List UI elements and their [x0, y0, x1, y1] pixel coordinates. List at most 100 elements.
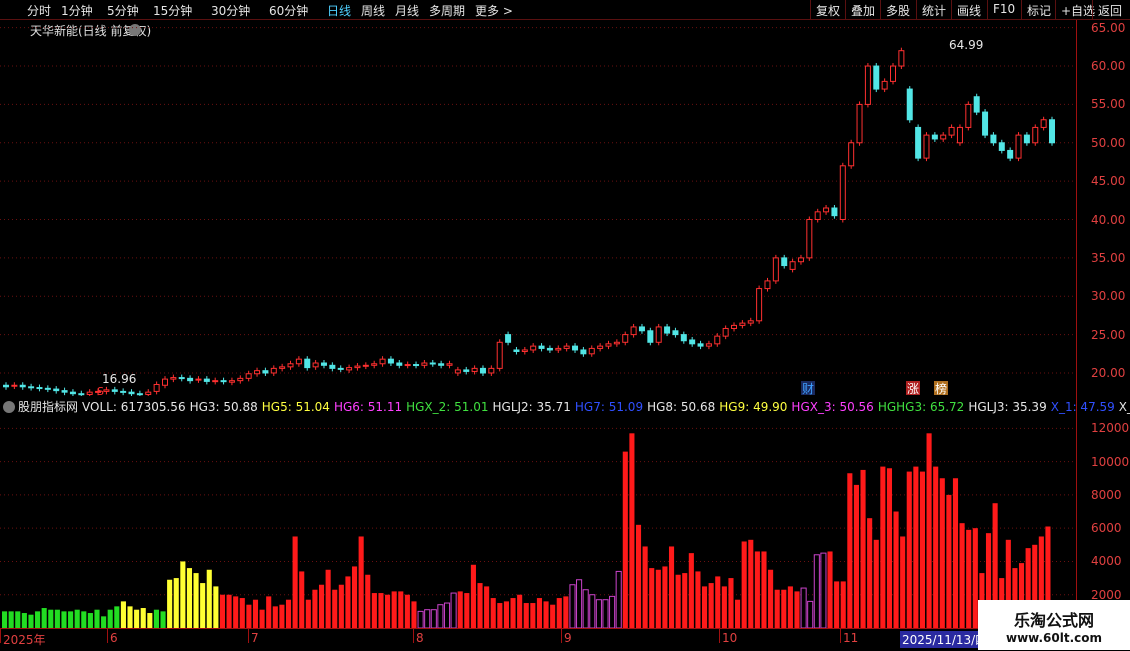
toolbar-divider: [845, 0, 846, 19]
volume-bar: [87, 613, 93, 628]
volume-bar: [477, 583, 483, 628]
toolbar-button[interactable]: +自选: [1061, 2, 1095, 19]
candle: [279, 366, 286, 369]
volume-bar: [715, 576, 721, 628]
volume-bar: [140, 608, 146, 628]
toolbar-button[interactable]: 画线: [957, 2, 981, 19]
toolbar-button[interactable]: 标记: [1027, 2, 1051, 19]
period-tab[interactable]: 15分钟: [153, 2, 192, 19]
volume-bar: [233, 596, 239, 628]
toolbar-button[interactable]: 多股: [886, 2, 910, 19]
volume-bar: [781, 589, 787, 628]
candle: [28, 386, 35, 389]
volume-bar: [398, 591, 404, 628]
period-tab[interactable]: 30分钟: [211, 2, 250, 19]
volume-bar: [54, 609, 60, 628]
candle: [705, 343, 712, 347]
volume-bar: [675, 574, 681, 628]
period-tab[interactable]: 日线: [327, 2, 351, 19]
event-marker: 榜: [935, 381, 947, 396]
volume-bar: [576, 579, 583, 628]
volume-bar: [134, 609, 140, 628]
price-tick: 20.00: [1091, 365, 1126, 380]
candle: [262, 370, 269, 374]
date-divider: [0, 629, 1, 643]
event-marker: 财: [802, 382, 814, 396]
candle: [613, 341, 620, 345]
volume-bar: [813, 554, 820, 628]
candle: [312, 362, 319, 368]
volume-bar: [127, 606, 133, 628]
candle: [948, 126, 955, 136]
volume-bar: [153, 609, 159, 628]
date-tick: 6: [110, 631, 118, 645]
volume-bar: [299, 571, 305, 628]
volume-bar: [285, 599, 292, 628]
volume-bar: [946, 494, 952, 628]
candle: [371, 363, 378, 366]
candle: [136, 393, 143, 396]
volume-tick: 12000: [1091, 421, 1130, 436]
period-tab[interactable]: 5分钟: [107, 2, 139, 19]
candle: [203, 378, 210, 382]
candle: [421, 362, 428, 366]
date-divider: [719, 629, 720, 643]
period-tab[interactable]: 周线: [361, 2, 385, 19]
volume-bar: [807, 600, 814, 628]
volume-bar: [774, 589, 780, 628]
volume-bar: [21, 613, 27, 628]
volume-bar: [834, 581, 840, 628]
candle: [521, 349, 528, 352]
volume-bar: [721, 586, 727, 628]
candle: [19, 384, 26, 388]
volume-bar: [873, 539, 879, 628]
volume-bar: [735, 599, 741, 628]
volume-bar: [8, 611, 14, 628]
date-tick: 11: [843, 631, 859, 645]
toolbar-button[interactable]: 叠加: [851, 2, 875, 19]
candle: [111, 389, 118, 392]
toolbar-divider: [916, 0, 917, 19]
volume-bar: [754, 551, 760, 628]
candle: [906, 88, 913, 121]
toolbar-button[interactable]: 统计: [922, 2, 946, 19]
period-tab[interactable]: 分时: [27, 2, 51, 19]
volume-bar: [602, 599, 609, 628]
volume-bar: [48, 609, 54, 628]
volume-bar: [68, 611, 74, 628]
volume-bar: [266, 596, 272, 628]
volume-bar: [358, 536, 364, 628]
volume-bar: [41, 608, 47, 628]
price-axis: 65.00 60.00 55.00 50.00 45.00 40.00 35.00 30.00…: [1076, 20, 1130, 628]
period-toolbar: 分时 1分钟 5分钟 15分钟 30分钟 60分钟 日线 周线 月线 多周期 更多 > 复权 叠加 多股统…: [0, 0, 1130, 20]
volume-bar: [569, 584, 576, 628]
candle: [120, 390, 127, 393]
period-tab[interactable]: 1分钟: [61, 2, 93, 19]
candle: [1032, 126, 1039, 144]
period-tab[interactable]: 更多 >: [475, 2, 513, 19]
volume-bar: [695, 571, 701, 628]
price-tick: 25.00: [1091, 327, 1126, 342]
candle: [940, 134, 947, 140]
period-tab[interactable]: 60分钟: [269, 2, 308, 19]
toolbar-button[interactable]: F10: [993, 2, 1015, 16]
candle: [1040, 119, 1047, 128]
volume-bar: [708, 583, 714, 628]
toolbar-button[interactable]: 返回: [1098, 2, 1122, 19]
candle: [982, 111, 989, 136]
watermark: 乐淘公式网 www.60lt.com: [978, 600, 1130, 650]
volume-bar: [595, 599, 602, 628]
candle: [513, 349, 520, 352]
toolbar-button[interactable]: 复权: [816, 2, 840, 19]
period-tab[interactable]: 月线: [395, 2, 419, 19]
candle: [973, 96, 980, 113]
period-tab[interactable]: 多周期: [429, 2, 465, 19]
volume-bar: [880, 466, 886, 628]
toolbar-divider: [951, 0, 952, 19]
price-tick: 50.00: [1091, 135, 1126, 150]
volume-bar: [312, 589, 318, 628]
volume-bar: [437, 604, 444, 628]
toolbar-divider: [1092, 0, 1093, 19]
candlestick-panel: 64.99 16.96 S 财 涨 榜: [0, 20, 1075, 396]
volume-bar: [404, 594, 410, 628]
